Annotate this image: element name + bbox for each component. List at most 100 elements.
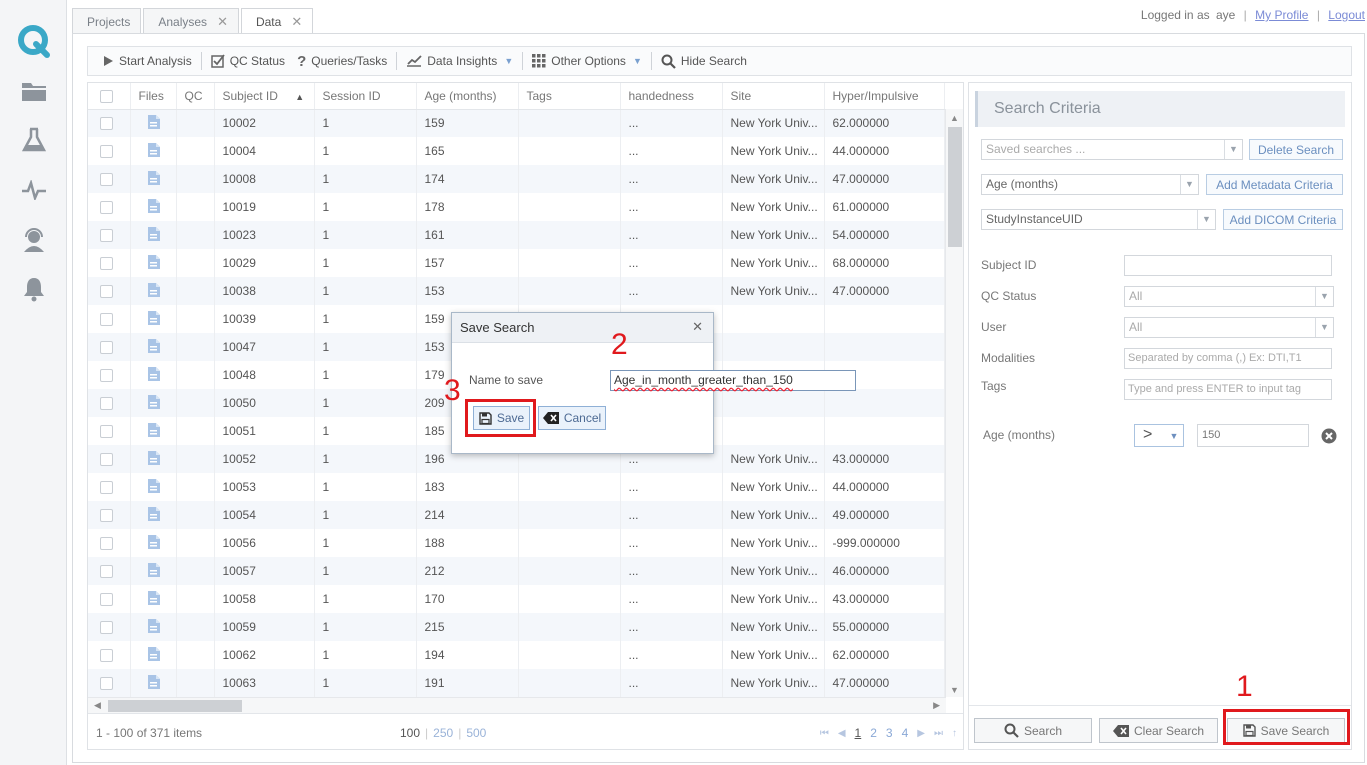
close-icon[interactable]: ✕	[692, 319, 703, 335]
table-row[interactable]: 10053 1 183... New York Univ... 44.000000	[88, 473, 945, 501]
table-row[interactable]: 10062 1 194... New York Univ... 62.000000	[88, 641, 945, 669]
scroll-right-icon[interactable]: ▶	[933, 700, 940, 711]
table-row[interactable]: 10056 1 188... New York Univ... -999.000000	[88, 529, 945, 557]
file-icon[interactable]	[147, 170, 161, 189]
chevron-down-icon[interactable]: ▼	[1315, 318, 1333, 337]
delete-search-button[interactable]: Delete Search	[1249, 139, 1343, 160]
row-checkbox[interactable]	[88, 221, 131, 249]
row-checkbox[interactable]	[88, 361, 131, 389]
search-button[interactable]: Search	[974, 718, 1092, 743]
scrollbar-thumb[interactable]	[948, 127, 962, 247]
table-row[interactable]: 10023 1 161... New York Univ... 54.000000	[88, 221, 945, 249]
name-to-save-input[interactable]: Age_in_month_greater_than_150	[610, 370, 856, 391]
file-icon[interactable]	[147, 142, 161, 161]
next-page-icon[interactable]: ▶	[917, 728, 925, 739]
row-checkbox[interactable]	[88, 557, 131, 585]
activity-icon[interactable]	[20, 176, 48, 204]
row-checkbox[interactable]	[88, 277, 131, 305]
scroll-down-icon[interactable]: ▼	[950, 685, 959, 695]
row-checkbox[interactable]	[88, 473, 131, 501]
page-size-option[interactable]: 500	[466, 726, 486, 740]
chevron-down-icon[interactable]: ▼	[1224, 140, 1242, 159]
file-icon[interactable]	[147, 506, 161, 525]
row-checkbox[interactable]	[88, 193, 131, 221]
row-checkbox[interactable]	[88, 137, 131, 165]
vertical-scrollbar[interactable]: ▲ ▼	[945, 109, 963, 697]
qc-status-select[interactable]: All ▼	[1124, 286, 1334, 307]
table-row[interactable]: 10059 1 215... New York Univ... 55.000000	[88, 613, 945, 641]
table-row[interactable]: 10029 1 157... New York Univ... 68.000000	[88, 249, 945, 277]
table-row[interactable]: 10063 1 191... New York Univ... 47.000000	[88, 669, 945, 697]
row-checkbox[interactable]	[88, 445, 131, 473]
user-select[interactable]: All ▼	[1124, 317, 1334, 338]
add-dicom-criteria-button[interactable]: Add DICOM Criteria	[1223, 209, 1343, 230]
scroll-top-icon[interactable]: ↑	[952, 728, 957, 739]
logout-link[interactable]: Logout	[1328, 8, 1365, 22]
scroll-up-icon[interactable]: ▲	[950, 113, 959, 123]
chevron-down-icon[interactable]: ▼	[1180, 175, 1198, 194]
logo-icon[interactable]	[16, 24, 52, 58]
page-link[interactable]: 4	[902, 726, 909, 740]
row-checkbox[interactable]	[88, 585, 131, 613]
row-checkbox[interactable]	[88, 417, 131, 445]
table-row[interactable]: 10008 1 174... New York Univ... 47.000000	[88, 165, 945, 193]
criteria-value-input[interactable]: 150	[1197, 424, 1309, 447]
remove-criteria-icon[interactable]	[1321, 428, 1337, 447]
file-icon[interactable]	[147, 450, 161, 469]
file-icon[interactable]	[147, 338, 161, 357]
file-icon[interactable]	[147, 422, 161, 441]
column-header[interactable]: Age (months)	[416, 83, 519, 110]
dicom-criteria-select[interactable]: StudyInstanceUID ▼	[981, 209, 1216, 230]
dialog-cancel-button[interactable]: Cancel	[538, 406, 606, 430]
page-link[interactable]: 2	[870, 726, 877, 740]
scrollbar-thumb[interactable]	[108, 700, 242, 712]
column-header[interactable]: Session ID	[314, 83, 417, 110]
chevron-down-icon[interactable]: ▼	[1315, 287, 1333, 306]
my-profile-link[interactable]: My Profile	[1255, 8, 1308, 22]
table-row[interactable]: 10057 1 212... New York Univ... 46.000000	[88, 557, 945, 585]
file-icon[interactable]	[147, 366, 161, 385]
table-row[interactable]: 10004 1 165... New York Univ... 44.000000	[88, 137, 945, 165]
file-icon[interactable]	[147, 254, 161, 273]
table-row[interactable]: 10002 1 159... New York Univ... 62.000000	[88, 109, 945, 137]
hide-search-button[interactable]: Hide Search	[655, 50, 753, 72]
column-header-subject-id[interactable]: Subject ID ▲	[214, 83, 315, 110]
tab-projects[interactable]: Projects	[72, 8, 142, 34]
column-header[interactable]: Hyper/Impulsive	[824, 83, 945, 110]
row-checkbox[interactable]	[88, 669, 131, 697]
scroll-left-icon[interactable]: ◀	[94, 700, 101, 711]
criteria-operator-select[interactable]: > ▼	[1134, 424, 1184, 447]
row-checkbox[interactable]	[88, 249, 131, 277]
row-checkbox[interactable]	[88, 333, 131, 361]
row-checkbox[interactable]	[88, 109, 131, 137]
file-icon[interactable]	[147, 478, 161, 497]
table-row[interactable]: 10058 1 170... New York Univ... 43.000000	[88, 585, 945, 613]
horizontal-scrollbar[interactable]: ◀ ▶	[88, 697, 946, 713]
row-checkbox[interactable]	[88, 389, 131, 417]
prev-page-icon[interactable]: ◀	[838, 728, 846, 739]
tab-data[interactable]: Data ✕	[240, 8, 314, 35]
table-row[interactable]: 10038 1 153... New York Univ... 47.000000	[88, 277, 945, 305]
select-all-checkbox[interactable]	[88, 83, 131, 110]
file-icon[interactable]	[147, 562, 161, 581]
column-header[interactable]: QC	[176, 83, 215, 110]
page-size-option[interactable]: 100	[400, 726, 420, 740]
page-link[interactable]: 3	[886, 726, 893, 740]
metadata-criteria-select[interactable]: Age (months) ▼	[981, 174, 1199, 195]
column-header[interactable]: Tags	[518, 83, 621, 110]
column-header[interactable]: Site	[722, 83, 825, 110]
file-icon[interactable]	[147, 282, 161, 301]
add-metadata-criteria-button[interactable]: Add Metadata Criteria	[1206, 174, 1343, 195]
tags-input[interactable]: Type and press ENTER to input tag	[1124, 379, 1332, 400]
file-icon[interactable]	[147, 114, 161, 133]
saved-searches-select[interactable]: Saved searches ... ▼	[981, 139, 1243, 160]
page-size-option[interactable]: 250	[433, 726, 453, 740]
row-checkbox[interactable]	[88, 305, 131, 333]
start-analysis-button[interactable]: Start Analysis	[96, 50, 198, 72]
chevron-down-icon[interactable]: ▼	[1197, 210, 1215, 229]
row-checkbox[interactable]	[88, 165, 131, 193]
tab-analyses[interactable]: Analyses ✕	[143, 8, 239, 34]
modalities-input[interactable]: Separated by comma (,) Ex: DTI,T1	[1124, 348, 1332, 369]
row-checkbox[interactable]	[88, 613, 131, 641]
file-icon[interactable]	[147, 394, 161, 413]
